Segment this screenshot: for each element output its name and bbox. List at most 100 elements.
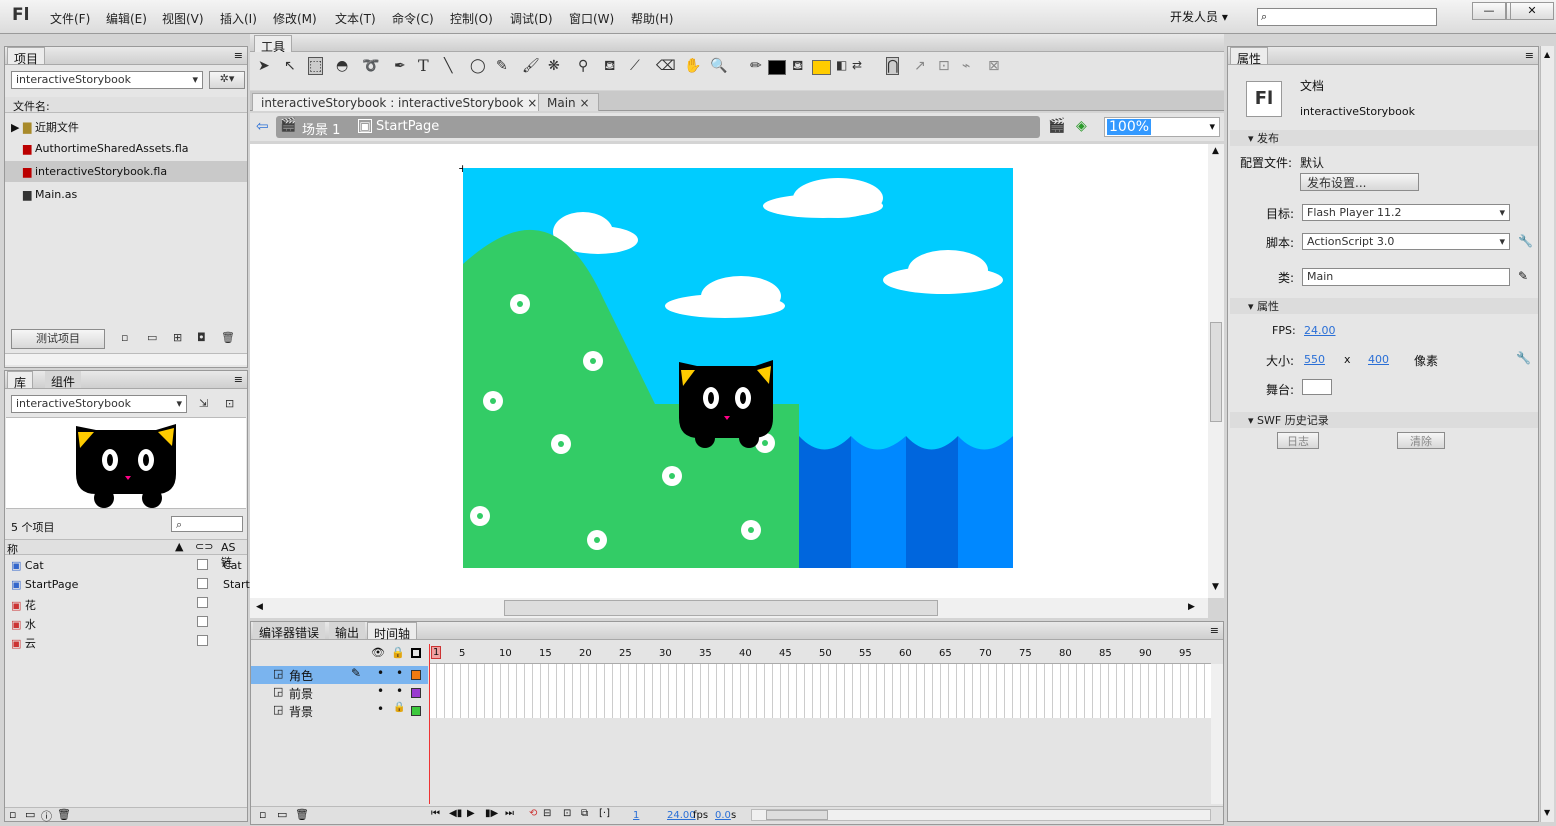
checkbox[interactable] <box>197 616 208 627</box>
3d-rotation-tool-icon[interactable]: ◓ <box>336 58 348 74</box>
checkbox[interactable] <box>197 635 208 646</box>
scroll-thumb[interactable] <box>766 810 828 820</box>
lock-icon[interactable]: 🔒 <box>391 646 405 659</box>
checkbox[interactable] <box>197 578 208 589</box>
menu-edit[interactable]: 编辑(E) <box>106 10 147 27</box>
edit-multiple-icon[interactable]: ⧉ <box>581 808 588 819</box>
script-select[interactable]: ActionScript 3.0 ▾ <box>1302 233 1510 250</box>
tab-project[interactable]: 项目 <box>7 47 46 66</box>
free-transform-tool-icon[interactable]: ⬚ <box>308 57 324 75</box>
tree-item-storybook[interactable]: ▆ interactiveStorybook.fla <box>5 161 247 182</box>
horizontal-scrollbar[interactable] <box>5 353 247 365</box>
layer-row-character[interactable]: ◲ 角色 ✎ • • <box>251 666 428 684</box>
sort-asc-icon[interactable]: ▲ <box>175 540 183 553</box>
visibility-dot[interactable]: • <box>377 684 384 698</box>
menu-commands[interactable]: 命令(C) <box>392 10 434 27</box>
frame-grid[interactable] <box>429 664 1211 718</box>
menu-control[interactable]: 控制(O) <box>450 10 493 27</box>
eyedropper-tool-icon[interactable]: ⟋ <box>630 58 640 74</box>
layer-color-swatch[interactable] <box>411 706 421 716</box>
width-value[interactable]: 550 <box>1304 353 1325 366</box>
scroll-right-icon[interactable]: ▶ <box>1188 602 1195 612</box>
current-frame[interactable]: 1 <box>633 810 639 821</box>
new-symbol-icon[interactable]: ▫ <box>9 808 16 821</box>
scroll-up-icon[interactable]: ▲ <box>1544 50 1550 59</box>
panel-menu-icon[interactable]: ≡ <box>1525 49 1534 62</box>
back-arrow-icon[interactable]: ⇦ <box>256 117 269 135</box>
onion-outline-icon[interactable]: ⊡ <box>563 808 571 819</box>
target-select[interactable]: Flash Player 11.2 ▾ <box>1302 204 1510 221</box>
minimize-button[interactable]: — <box>1472 2 1506 20</box>
vertical-scrollbar[interactable]: ▲ ▼ <box>1208 144 1224 598</box>
tab-tools[interactable]: 工具 <box>254 35 293 54</box>
black-white-icon[interactable]: ◧ <box>836 58 847 72</box>
subselection-tool-icon[interactable]: ↖ <box>284 58 296 74</box>
breadcrumb-symbol[interactable]: StartPage <box>376 119 439 134</box>
lock-dot[interactable]: • <box>396 666 403 680</box>
scroll-down-icon[interactable]: ▼ <box>1544 808 1550 817</box>
layer-row-foreground[interactable]: ◲ 前景 • • <box>251 684 428 702</box>
hand-tool-icon[interactable]: ✋ <box>684 58 701 74</box>
layer-color-swatch[interactable] <box>411 670 421 680</box>
clear-button[interactable]: 清除 <box>1397 432 1445 449</box>
stage-area[interactable]: + <box>250 144 1208 598</box>
publish-icon[interactable]: ◘ <box>197 331 206 344</box>
deco-tool-icon[interactable]: ❋ <box>548 58 560 74</box>
panel-menu-icon[interactable]: ≡ <box>234 49 243 62</box>
step-forward-icon[interactable]: ▮▶ <box>485 808 498 819</box>
library-select[interactable]: interactiveStorybook ▾ <box>11 395 187 413</box>
play-icon[interactable]: ▶ <box>467 808 475 819</box>
lock-dot[interactable]: • <box>396 684 403 698</box>
horizontal-scrollbar[interactable]: ◀ ▶ <box>250 598 1208 618</box>
close-icon[interactable]: × <box>579 96 589 110</box>
gear-icon[interactable]: ✲▾ <box>209 71 245 89</box>
library-item[interactable]: ▣ 水 <box>11 616 247 634</box>
menu-file[interactable]: 文件(F) <box>50 10 90 27</box>
selection-tool-icon[interactable]: ➤ <box>258 58 270 74</box>
tab-output[interactable]: 输出 <box>329 622 366 640</box>
first-frame-icon[interactable]: ⏮ <box>431 808 440 819</box>
pencil-icon[interactable]: ✎ <box>1518 269 1528 283</box>
vertical-scrollbar[interactable] <box>1211 664 1223 804</box>
log-button[interactable]: 日志 <box>1277 432 1319 449</box>
smooth-icon[interactable]: ↗ <box>914 58 926 74</box>
scroll-down-icon[interactable]: ▼ <box>1212 582 1219 592</box>
tab-properties[interactable]: 属性 <box>1230 47 1269 66</box>
new-folder-icon[interactable]: ▭ <box>277 808 287 821</box>
horizontal-scrollbar[interactable] <box>751 809 1211 821</box>
publish-settings-button[interactable]: 发布设置... <box>1300 173 1419 191</box>
trash-icon[interactable]: 🗑 <box>221 331 235 344</box>
new-library-icon[interactable]: ⊡ <box>225 397 234 410</box>
playhead[interactable] <box>429 644 430 804</box>
fill-color-icon[interactable]: ⛾ <box>792 58 803 76</box>
zoom-tool-icon[interactable]: 🔍 <box>710 58 727 74</box>
snap-magnet-icon[interactable]: ⋂ <box>886 57 900 75</box>
column-name[interactable]: 称 <box>7 541 18 557</box>
new-folder-icon[interactable]: ▭ <box>147 331 157 344</box>
menu-window[interactable]: 窗口(W) <box>569 10 614 27</box>
layer-color-swatch[interactable] <box>411 688 421 698</box>
onion-skin-icon[interactable]: ⊟ <box>543 808 551 819</box>
scroll-up-icon[interactable]: ▲ <box>1212 146 1219 156</box>
outline-icon[interactable] <box>411 648 421 658</box>
pin-icon[interactable]: ⇲ <box>199 397 208 410</box>
section-swf-history[interactable]: ▾ SWF 历史记录 <box>1230 412 1538 428</box>
text-tool-icon[interactable]: T <box>418 56 429 75</box>
straighten-icon[interactable]: ⊡ <box>938 58 950 74</box>
add-file-icon[interactable]: ⊞ <box>173 331 182 344</box>
step-back-icon[interactable]: ◀▮ <box>449 808 462 819</box>
tab-compiler-errors[interactable]: 编译器错误 <box>253 622 326 640</box>
modify-markers-icon[interactable]: [·] <box>599 808 610 819</box>
lasso-tool-icon[interactable]: ➰ <box>362 58 379 74</box>
scale-icon[interactable]: ⊠ <box>988 58 1000 74</box>
tab-timeline[interactable]: 时间轴 <box>367 622 418 641</box>
section-publish[interactable]: ▾ 发布 <box>1230 130 1538 146</box>
tree-item-assets[interactable]: ▆ AuthortimeSharedAssets.fla <box>23 142 189 155</box>
eye-icon[interactable]: 👁 <box>371 646 385 659</box>
frame-ruler[interactable]: 1 5 10 15 20 25 30 35 40 45 50 55 60 65 … <box>429 644 1211 664</box>
bone-tool-icon[interactable]: ⚲ <box>578 58 588 74</box>
menu-help[interactable]: 帮助(H) <box>631 10 673 27</box>
layer-row-background[interactable]: ◲ 背景 • 🔒 <box>251 702 428 720</box>
tab-interactivestorybook[interactable]: interactiveStorybook : interactiveStoryb… <box>252 93 547 111</box>
library-item[interactable]: ▣ Cat Cat <box>11 559 247 577</box>
